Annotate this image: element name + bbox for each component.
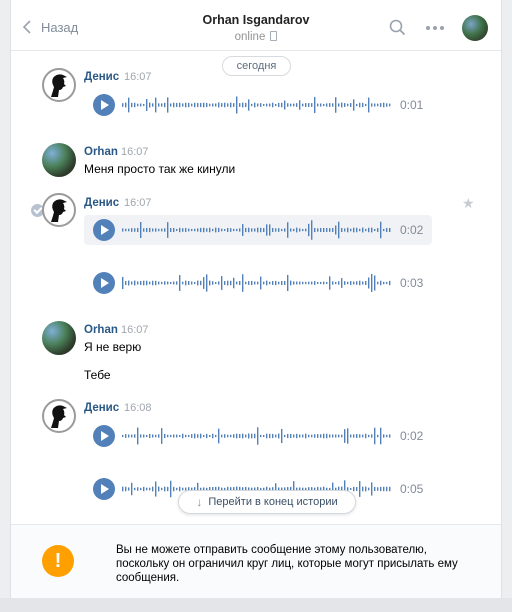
play-button[interactable] xyxy=(93,478,115,500)
avatar[interactable] xyxy=(42,193,76,227)
mobile-icon xyxy=(270,31,278,41)
avatar[interactable] xyxy=(462,15,488,41)
voice-duration: 0:05 xyxy=(400,482,424,496)
status-text: online xyxy=(234,31,266,43)
voice-duration: 0:02 xyxy=(400,429,424,443)
message-time: 16:07 xyxy=(121,146,149,158)
sherlock-silhouette-icon xyxy=(51,405,67,428)
chat-title[interactable]: Orhan Isgandarov xyxy=(11,13,501,27)
voice-message: 0:03 xyxy=(84,268,432,298)
scroll-to-end-label: Перейти в конец истории xyxy=(208,496,338,508)
message-text: Меня просто так же кинули xyxy=(84,162,236,176)
avatar[interactable] xyxy=(42,321,76,355)
blocked-notice: ! Вы не можете отправить сообщение этому… xyxy=(11,524,501,599)
waveform[interactable] xyxy=(121,90,391,120)
play-button[interactable] xyxy=(93,94,115,116)
message-author[interactable]: Денис xyxy=(84,197,119,209)
message-text: Тебе xyxy=(84,368,111,382)
voice-duration: 0:02 xyxy=(400,223,424,237)
avatar[interactable] xyxy=(42,399,76,433)
message-author[interactable]: Денис xyxy=(84,71,119,83)
message-time: 16:07 xyxy=(124,197,152,209)
date-divider: сегодня xyxy=(222,56,291,76)
waveform[interactable] xyxy=(121,268,391,298)
voice-message: 0:02 xyxy=(84,421,432,451)
star-icon[interactable]: ★ xyxy=(462,195,475,212)
sherlock-silhouette-icon xyxy=(51,74,67,97)
arrow-down-icon: ↓ xyxy=(196,495,203,509)
message-author[interactable]: Orhan xyxy=(84,324,118,336)
warning-icon: ! xyxy=(42,545,74,577)
play-button[interactable] xyxy=(93,425,115,447)
avatar[interactable] xyxy=(42,143,76,177)
play-button[interactable] xyxy=(93,219,115,241)
online-status: online xyxy=(11,31,501,43)
waveform[interactable] xyxy=(121,421,391,451)
voice-message: 0:02 xyxy=(84,215,432,245)
bottom-strip xyxy=(0,598,512,612)
chat-window: Назад Orhan Isgandarov online сегодня Де… xyxy=(10,0,502,599)
waveform[interactable] xyxy=(121,215,391,245)
play-button[interactable] xyxy=(93,272,115,294)
message-author[interactable]: Orhan xyxy=(84,146,118,158)
voice-duration: 0:01 xyxy=(400,98,424,112)
message-text: Я не верю xyxy=(84,340,142,354)
chat-header: Назад Orhan Isgandarov online xyxy=(11,0,501,51)
avatar[interactable] xyxy=(42,68,76,102)
message-author[interactable]: Денис xyxy=(84,402,119,414)
message-time: 16:07 xyxy=(121,324,149,336)
notice-text: Вы не можете отправить сообщение этому п… xyxy=(116,544,458,584)
more-icon[interactable] xyxy=(426,26,444,30)
sherlock-silhouette-icon xyxy=(51,199,67,222)
message-time: 16:08 xyxy=(124,402,152,414)
search-icon[interactable] xyxy=(389,19,406,36)
scroll-to-end-button[interactable]: ↓ Перейти в конец истории xyxy=(178,490,356,514)
voice-duration: 0:03 xyxy=(400,276,424,290)
voice-message: 0:01 xyxy=(84,90,432,120)
message-time: 16:07 xyxy=(124,71,152,83)
